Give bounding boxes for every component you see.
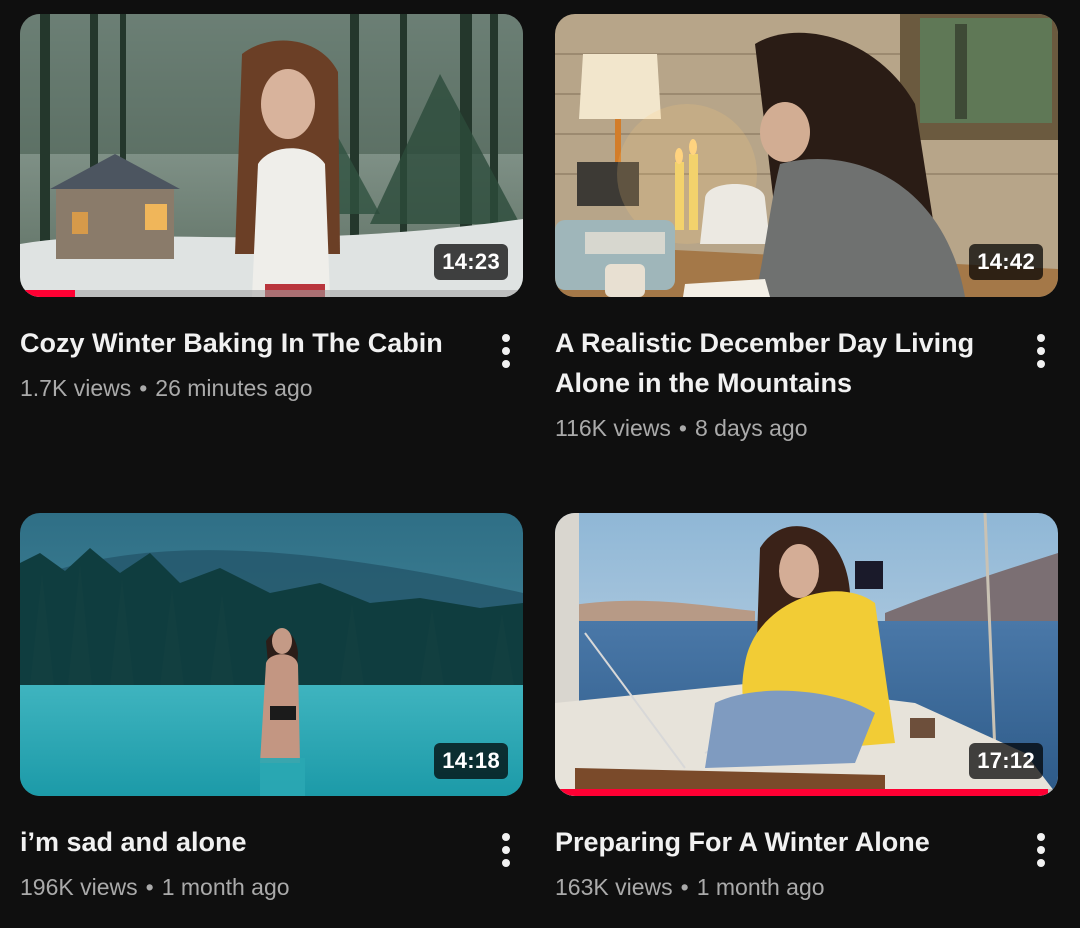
more-options-icon[interactable] [489,830,523,870]
duration-badge: 14:18 [434,743,508,779]
video-title[interactable]: i’m sad and alone [20,822,523,862]
duration-badge: 17:12 [969,743,1043,779]
video-card: 14:42 A Realistic December Day Living Al… [555,14,1058,445]
separator-dot: • [678,415,687,441]
upload-age: 1 month ago [696,874,825,900]
separator-dot: • [139,375,148,401]
video-meta: i’m sad and alone 196K views • 1 month ago [20,796,523,904]
video-stats: 163K views • 1 month ago [555,870,1058,904]
more-options-icon[interactable] [1024,331,1058,371]
video-card: 17:12 Preparing For A Winter Alone 163K … [555,513,1058,904]
separator-dot: • [680,874,689,900]
video-title[interactable]: Cozy Winter Baking In The Cabin [20,323,523,363]
video-meta: Preparing For A Winter Alone 163K views •… [555,796,1058,904]
separator-dot: • [145,874,154,900]
video-title[interactable]: Preparing For A Winter Alone [555,822,1058,862]
view-count: 116K views [555,415,671,441]
video-stats: 196K views • 1 month ago [20,870,523,904]
duration-badge: 14:42 [969,244,1043,280]
video-meta: Cozy Winter Baking In The Cabin 1.7K vie… [20,297,523,405]
upload-age: 1 month ago [161,874,290,900]
watch-progress-bar [555,789,1058,796]
video-thumbnail[interactable]: 14:18 [20,513,523,796]
video-stats: 116K views • 8 days ago [555,411,1058,445]
video-card: 14:18 i’m sad and alone 196K views • 1 mon… [20,513,523,904]
more-options-icon[interactable] [489,331,523,371]
view-count: 163K views [555,874,673,900]
upload-age: 26 minutes ago [155,375,313,401]
upload-age: 8 days ago [694,415,808,441]
more-options-icon[interactable] [1024,830,1058,870]
view-count: 196K views [20,874,138,900]
video-thumbnail[interactable]: 14:23 [20,14,523,297]
video-meta: A Realistic December Day Living Alone in… [555,297,1058,445]
duration-badge: 14:23 [434,244,508,280]
watch-progress-fill [555,789,1048,796]
video-grid: 14:23 Cozy Winter Baking In The Cabin 1.… [0,0,1080,928]
video-thumbnail[interactable]: 17:12 [555,513,1058,796]
video-stats: 1.7K views • 26 minutes ago [20,371,523,405]
video-thumbnail[interactable]: 14:42 [555,14,1058,297]
video-title[interactable]: A Realistic December Day Living Alone in… [555,323,1058,403]
watch-progress-bar [20,290,523,297]
watch-progress-fill [20,290,76,297]
view-count: 1.7K views [20,375,132,401]
video-card: 14:23 Cozy Winter Baking In The Cabin 1.… [20,14,523,405]
